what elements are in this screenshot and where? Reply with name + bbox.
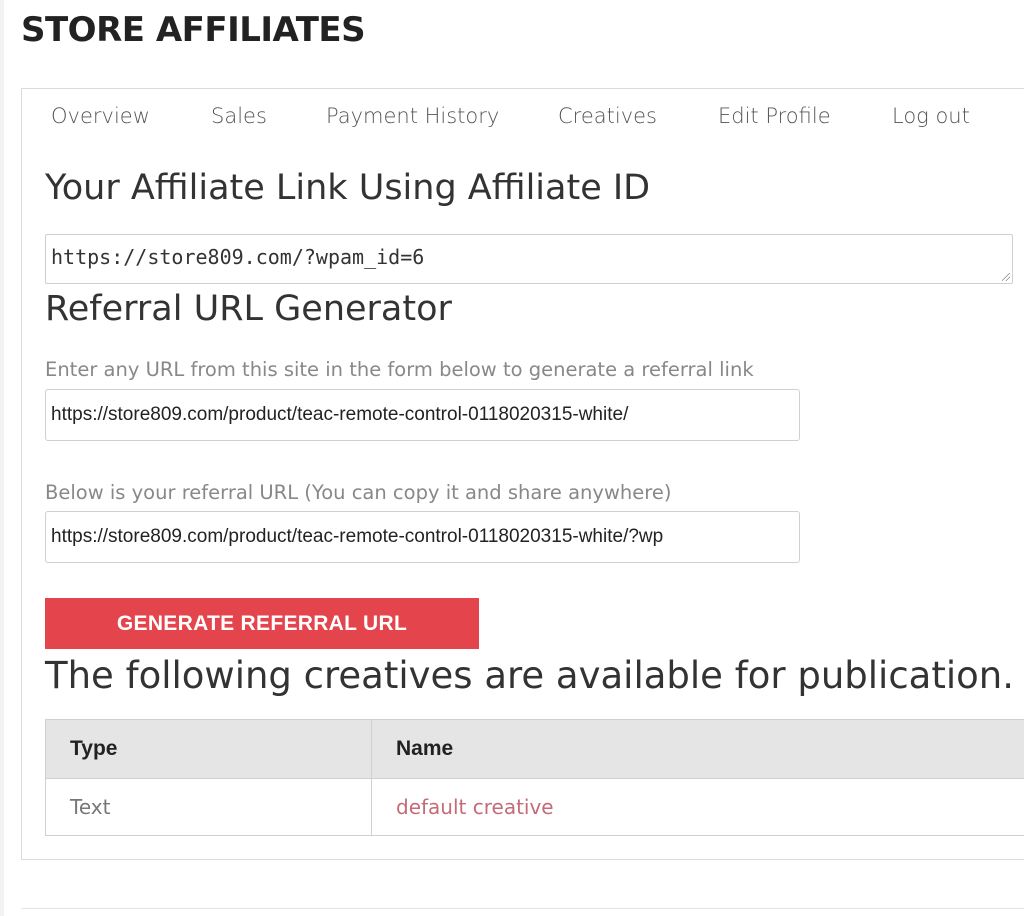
creatives-heading: The following creatives are available fo… (45, 654, 1014, 697)
nav-payment-history[interactable]: Payment History (326, 101, 499, 131)
left-edge-divider (0, 0, 4, 916)
referral-output-label: Below is your referral URL (You can copy… (45, 481, 672, 504)
column-header-type: Type (45, 719, 372, 779)
creatives-table-header: Type Name (45, 719, 1024, 779)
resize-handle-icon[interactable] (1002, 273, 1010, 281)
referral-input-label: Enter any URL from this site in the form… (45, 358, 754, 381)
referral-url-input[interactable]: https://store809.com/product/teac-remote… (45, 389, 800, 441)
page-title: STORE AFFILIATES (21, 10, 366, 50)
referral-url-output[interactable]: https://store809.com/product/teac-remote… (45, 511, 800, 563)
nav-creatives[interactable]: Creatives (558, 101, 657, 131)
affiliate-link-heading: Your Affiliate Link Using Affiliate ID (45, 168, 651, 208)
nav-log-out[interactable]: Log out (892, 101, 970, 131)
footer-divider (21, 908, 1024, 909)
table-row: Text default creative (45, 778, 1024, 836)
nav-edit-profile[interactable]: Edit Profile (718, 101, 831, 131)
creatives-table: Type Name Text default creative (45, 719, 1024, 836)
generate-referral-url-button[interactable]: GENERATE REFERRAL URL (45, 598, 479, 649)
creative-link[interactable]: default creative (396, 795, 554, 819)
nav-overview[interactable]: Overview (51, 101, 150, 131)
referral-generator-heading: Referral URL Generator (45, 289, 452, 329)
affiliate-link-value: https://store809.com/?wpam_id=6 (51, 245, 425, 269)
creative-name-cell: default creative (371, 778, 1024, 836)
nav-sales[interactable]: Sales (211, 101, 267, 131)
creative-type-cell: Text (45, 778, 372, 836)
affiliate-link-textarea[interactable]: https://store809.com/?wpam_id=6 (45, 234, 1013, 284)
column-header-name: Name (371, 719, 1024, 779)
